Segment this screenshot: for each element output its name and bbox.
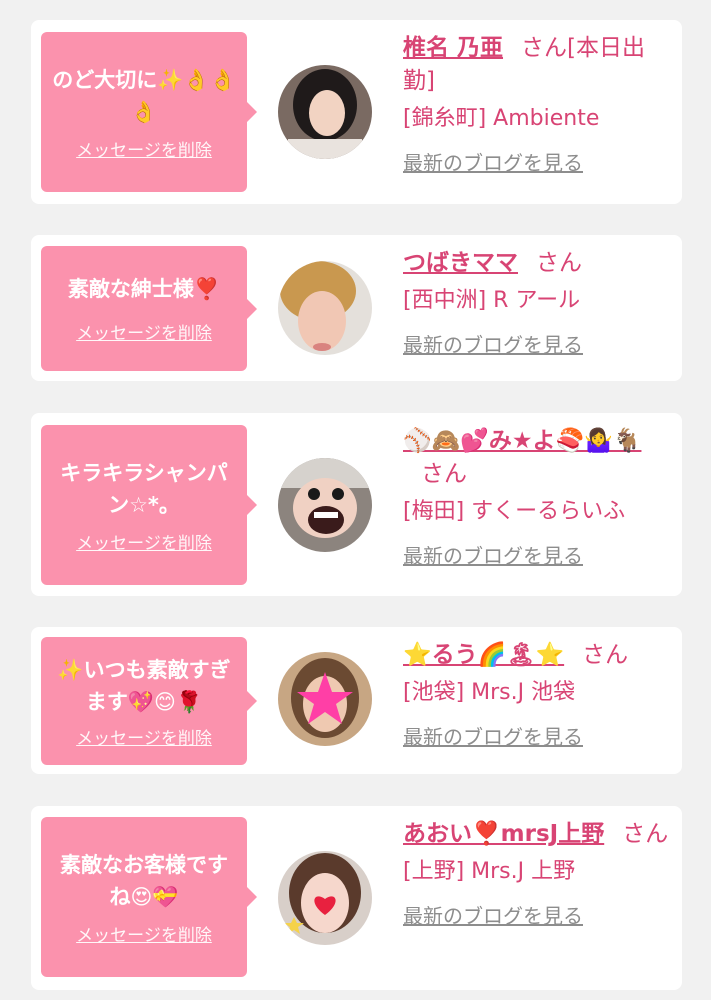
cast-name-link[interactable]: あおい❣️mrsJ上野	[403, 821, 604, 847]
honorific: さん	[622, 821, 669, 847]
cast-name-line: ⚾🙈💕み★よ🍣🤷‍♀️🐐 さん	[403, 425, 675, 491]
message-text: キラキラシャンパン☆*。	[60, 460, 228, 517]
avatar[interactable]	[278, 261, 372, 355]
message-bubble: ✨いつも素敵すぎます💖😊🌹 メッセージを削除	[41, 637, 257, 765]
cast-name-link[interactable]: 椎名 乃亜	[403, 35, 503, 61]
message-card: ✨いつも素敵すぎます💖😊🌹 メッセージを削除 ⭐るう🌈🏝⭐ さん [池袋] Mrs…	[31, 627, 682, 774]
cast-name-link[interactable]: ⭐るう🌈🏝⭐	[403, 642, 564, 668]
cast-name-line: つばきママ さん	[403, 247, 675, 280]
delete-message-link[interactable]: メッセージを削除	[51, 529, 237, 554]
cast-info: ⚾🙈💕み★よ🍣🤷‍♀️🐐 さん [梅田] すくーるらいふ 最新のブログを見る	[403, 425, 675, 570]
avatar[interactable]	[278, 65, 372, 159]
cast-info: あおい❣️mrsJ上野 さん [上野] Mrs.J 上野 最新のブログを見る	[403, 818, 675, 930]
latest-blog-link[interactable]: 最新のブログを見る	[403, 542, 675, 570]
shop-label: [池袋] Mrs.J 池袋	[403, 680, 576, 705]
message-text: 素敵な紳士様❣️	[67, 277, 221, 301]
cast-name-link[interactable]: ⚾🙈💕み★よ🍣🤷‍♀️🐐	[403, 428, 641, 454]
message-bubble: 素敵な紳士様❣️ メッセージを削除	[41, 246, 257, 371]
shop-label: [錦糸町] Ambiente	[403, 106, 600, 131]
delete-message-link[interactable]: メッセージを削除	[51, 319, 237, 344]
message-card: 素敵なお客様ですね😍💝 メッセージを削除 あおい❣️mrsJ上野 さん [上野] …	[31, 806, 682, 990]
latest-blog-link[interactable]: 最新のブログを見る	[403, 902, 675, 930]
delete-message-link[interactable]: メッセージを削除	[51, 921, 237, 946]
shop-label: [梅田] すくーるらいふ	[403, 499, 626, 524]
cast-info: つばきママ さん [西中洲] R アール 最新のブログを見る	[403, 247, 675, 359]
message-bubble: のど大切に✨👌👌👌 メッセージを削除	[41, 32, 257, 192]
honorific: さん	[582, 642, 629, 668]
cast-name-link[interactable]: つばきママ	[403, 250, 518, 276]
avatar[interactable]	[278, 652, 372, 746]
latest-blog-link[interactable]: 最新のブログを見る	[403, 149, 675, 177]
latest-blog-link[interactable]: 最新のブログを見る	[403, 331, 675, 359]
delete-message-link[interactable]: メッセージを削除	[51, 136, 237, 161]
honorific: さん	[536, 250, 582, 276]
cast-name-line: 椎名 乃亜 さん[本日出勤]	[403, 32, 675, 98]
delete-message-link[interactable]: メッセージを削除	[51, 724, 237, 749]
message-list: のど大切に✨👌👌👌 メッセージを削除 椎名 乃亜 さん[本日出勤] [錦糸町] A…	[0, 0, 711, 1000]
cast-info: 椎名 乃亜 さん[本日出勤] [錦糸町] Ambiente 最新のブログを見る	[403, 32, 675, 177]
message-card: のど大切に✨👌👌👌 メッセージを削除 椎名 乃亜 さん[本日出勤] [錦糸町] A…	[31, 20, 682, 204]
cast-info: ⭐るう🌈🏝⭐ さん [池袋] Mrs.J 池袋 最新のブログを見る	[403, 639, 675, 751]
avatar[interactable]	[278, 851, 372, 945]
message-bubble: キラキラシャンパン☆*。 メッセージを削除	[41, 425, 257, 585]
message-bubble: 素敵なお客様ですね😍💝 メッセージを削除	[41, 817, 257, 977]
message-text: 素敵なお客様ですね😍💝	[60, 852, 228, 909]
message-text: ✨いつも素敵すぎます💖😊🌹	[57, 657, 231, 714]
message-text: のど大切に✨👌👌👌	[52, 67, 236, 124]
honorific: さん	[421, 461, 467, 487]
avatar[interactable]	[278, 458, 372, 552]
shop-label: [上野] Mrs.J 上野	[403, 859, 576, 884]
message-card: 素敵な紳士様❣️ メッセージを削除 つばきママ さん [西中洲] R アール 最新…	[31, 235, 682, 381]
latest-blog-link[interactable]: 最新のブログを見る	[403, 723, 675, 751]
shop-label: [西中洲] R アール	[403, 288, 581, 313]
cast-name-line: ⭐るう🌈🏝⭐ さん	[403, 639, 675, 672]
message-card: キラキラシャンパン☆*。 メッセージを削除 ⚾🙈💕み★よ🍣🤷‍♀️🐐 さん [梅田…	[31, 413, 682, 596]
cast-name-line: あおい❣️mrsJ上野 さん	[403, 818, 675, 851]
